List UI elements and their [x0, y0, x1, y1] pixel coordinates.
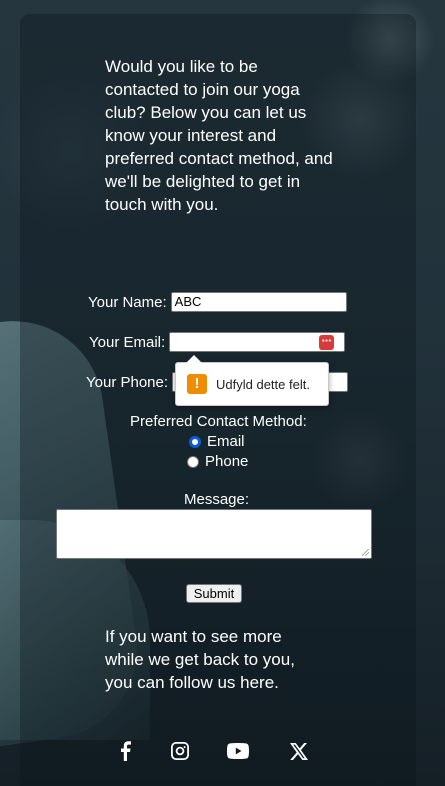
follow-text: If you want to see more while we get bac…	[105, 627, 295, 692]
email-input[interactable]: ⋯	[169, 332, 346, 352]
instagram-icon[interactable]	[169, 740, 191, 762]
facebook-icon[interactable]	[114, 740, 136, 762]
name-label: Your Name:	[88, 293, 167, 311]
password-manager-icon[interactable]: ⋯	[319, 335, 335, 350]
contact-method-label: Preferred Contact Method:	[130, 413, 307, 430]
message-textarea[interactable]	[56, 509, 372, 559]
email-label: Your Email:	[89, 333, 166, 351]
phone-radio-label: Phone	[205, 453, 249, 470]
resize-handle-icon[interactable]	[362, 549, 369, 556]
phone-label: Your Phone:	[86, 373, 169, 391]
warning-icon: !	[187, 374, 207, 394]
email-row: Your Email: ⋯	[89, 332, 346, 352]
radio-option-phone[interactable]: Phone	[187, 453, 248, 470]
name-row: Your Name: ABC	[88, 292, 347, 312]
intro-text: Would you like to be contacted to join o…	[105, 57, 333, 214]
youtube-icon[interactable]	[227, 740, 249, 762]
phone-radio[interactable]	[187, 455, 199, 468]
validation-message: Udfyld dette felt.	[216, 376, 310, 392]
email-radio-label: Email	[207, 433, 245, 450]
radio-option-email[interactable]: Email	[189, 433, 245, 450]
x-icon[interactable]	[288, 740, 310, 762]
validation-tooltip: ! Udfyld dette felt.	[175, 355, 329, 406]
email-radio[interactable]	[189, 435, 201, 448]
name-input[interactable]: ABC	[170, 292, 347, 312]
submit-button[interactable]: Submit	[186, 584, 242, 603]
message-label: Message:	[184, 491, 250, 508]
